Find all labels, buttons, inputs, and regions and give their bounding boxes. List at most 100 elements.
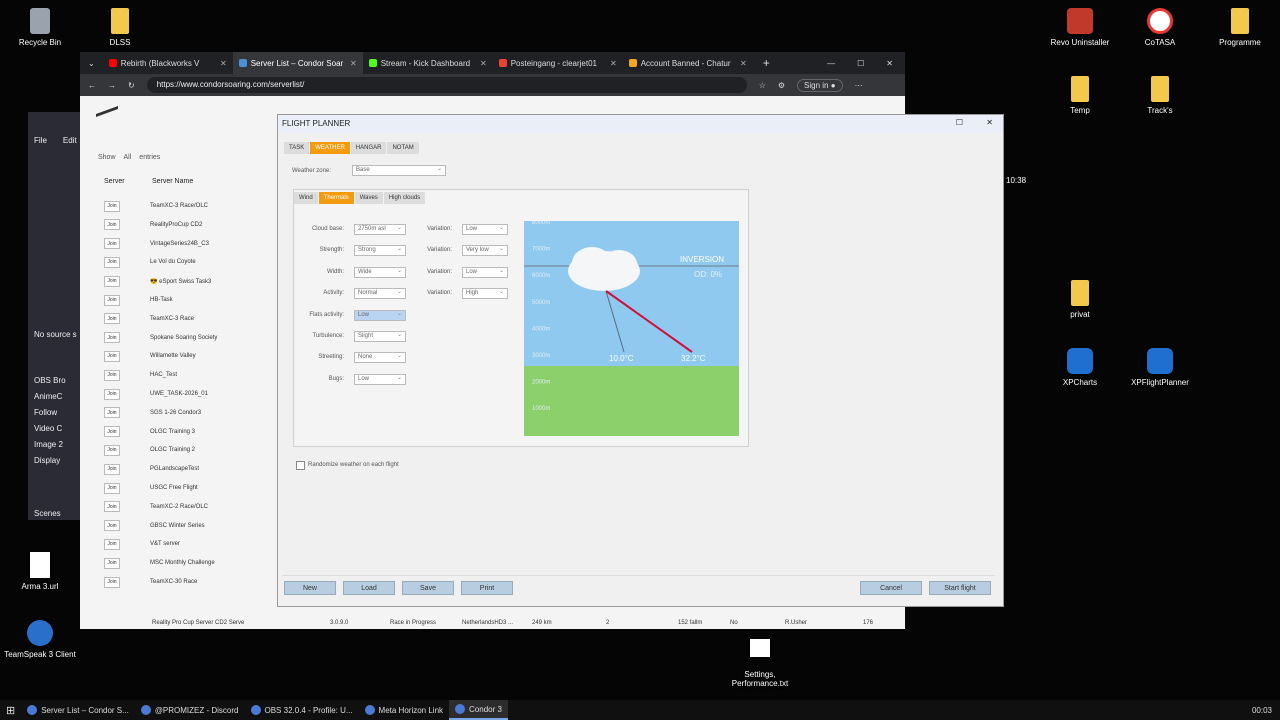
tab-task[interactable]: TASK [284,142,310,154]
field-select[interactable]: Low [354,309,406,321]
print-button[interactable]: Print [461,581,513,595]
join-button[interactable]: Join [104,332,120,344]
desktop-icon-recycle-bin[interactable]: Recycle Bin [0,8,80,47]
tab-notam[interactable]: NOTAM [387,142,419,154]
tab-high-clouds[interactable]: High clouds [383,192,426,204]
forward-icon[interactable]: → [108,81,116,90]
col-server[interactable]: Server [104,178,125,185]
obs-source-item[interactable]: Image 2 [34,440,66,449]
desktop-icon-cotasa[interactable]: CoTASA [1120,8,1200,47]
join-button[interactable]: Join [104,219,120,231]
join-button[interactable]: Join [104,576,120,588]
star-icon[interactable]: ☆ [759,81,766,90]
obs-scenes-label[interactable]: Scenes [34,509,61,518]
obs-source-item[interactable]: OBS Bro [34,376,66,385]
back-icon[interactable]: ← [88,81,96,90]
col-server-name[interactable]: Server Name [152,178,193,185]
join-button[interactable]: Join [104,538,120,550]
tab-thermals[interactable]: Thermals [318,192,354,204]
join-button[interactable]: Join [104,275,120,287]
desktop-icon-settings-file[interactable]: Settings, Performance.txt [720,630,800,688]
cancel-button[interactable]: Cancel [860,581,922,595]
field-select[interactable]: 2750m asl [354,224,406,235]
tab-hangar[interactable]: HANGAR [350,142,387,154]
close-icon[interactable]: ✕ [740,59,747,68]
join-button[interactable]: Join [104,501,120,513]
desktop-icon-arma[interactable]: Arma 3.url [0,552,80,591]
field-select[interactable]: Normal [354,288,406,300]
join-button[interactable]: Join [104,444,120,456]
taskbar-app[interactable]: Condor 3 [449,700,508,720]
join-button[interactable]: Join [104,369,120,381]
obs-source-item[interactable]: AnimeC [34,392,66,401]
save-button[interactable]: Save [402,581,454,595]
desktop-icon-privat[interactable]: privat [1040,280,1120,319]
maximize-icon[interactable]: ☐ [956,118,963,127]
browser-tab[interactable]: Rebirth (Blackworks V ✕ [103,52,233,74]
close-icon[interactable]: ✕ [350,59,357,68]
join-button[interactable]: Join [104,482,120,494]
variation-select[interactable]: Very low [462,245,508,257]
new-button[interactable]: New [284,581,336,595]
variation-select[interactable]: Low [462,224,508,235]
desktop-icon-temp[interactable]: Temp [1040,76,1120,115]
tab-weather[interactable]: WEATHER [310,142,350,154]
tab-menu-icon[interactable]: ⌄ [80,59,103,68]
join-button[interactable]: Join [104,294,120,306]
obs-source-item[interactable]: Follow [34,408,66,417]
sign-in-button[interactable]: Sign in ● [797,78,843,92]
field-select[interactable]: Slight [354,331,406,342]
desktop-icon-dlss[interactable]: DLSS [80,8,160,47]
join-button[interactable]: Join [104,426,120,438]
close-window-icon[interactable]: ✕ [886,59,893,68]
field-select[interactable]: None [354,352,406,364]
join-button[interactable]: Join [104,520,120,532]
maximize-icon[interactable]: ☐ [857,59,864,68]
join-button[interactable]: Join [104,238,120,250]
reload-icon[interactable]: ↻ [128,81,135,90]
close-icon[interactable]: ✕ [610,59,617,68]
weather-zone-select[interactable]: Base [352,165,446,176]
browser-tab[interactable]: Account Banned - Chatur ✕ [623,52,753,74]
url-input[interactable]: https://www.condorsoaring.com/serverlist… [146,77,747,93]
extension-icon[interactable]: ⚙ [778,81,785,90]
minimize-icon[interactable]: — [827,59,835,68]
clock[interactable]: 00:03 [1252,706,1280,715]
show-select[interactable]: All [124,154,132,161]
new-tab-button[interactable]: + [753,56,780,70]
browser-tab[interactable]: Stream - Kick Dashboard ✕ [363,52,493,74]
taskbar-app[interactable]: Meta Horizon Link [359,700,449,720]
obs-menu-edit[interactable]: Edit [63,136,77,145]
desktop-icon-programme[interactable]: Programme [1200,8,1280,47]
variation-select[interactable]: Low [462,266,508,278]
start-icon[interactable]: ⊞ [0,700,21,720]
join-button[interactable]: Join [104,463,120,475]
browser-tab[interactable]: Server List – Condor Soar ✕ [232,52,363,74]
join-button[interactable]: Join [104,256,120,268]
close-icon[interactable]: ✕ [986,118,993,127]
desktop-icon-revo[interactable]: Revo Uninstaller [1040,8,1120,47]
field-select[interactable]: Strong [354,245,406,257]
desktop-icon-tracks[interactable]: Track's [1120,76,1200,115]
obs-source-item[interactable]: Video C [34,424,66,433]
randomize-checkbox[interactable] [296,461,305,470]
join-button[interactable]: Join [104,313,120,325]
join-button[interactable]: Join [104,407,120,419]
field-select[interactable]: Wide [354,266,406,278]
taskbar-app[interactable]: @PROMIZEZ - Discord [135,700,245,720]
more-menu-icon[interactable]: ⋯ [855,81,863,90]
field-select[interactable]: Low [354,373,406,385]
obs-menu-file[interactable]: File [34,136,47,145]
close-icon[interactable]: ✕ [220,59,227,68]
desktop-icon-teamspeak[interactable]: TeamSpeak 3 Client [0,620,80,659]
variation-select[interactable]: High [462,288,508,300]
desktop-icon-xpflightplanner[interactable]: XPFlightPlanner [1120,348,1200,387]
desktop-icon-xpcharts[interactable]: XPCharts [1040,348,1120,387]
close-icon[interactable]: ✕ [480,59,487,68]
join-button[interactable]: Join [104,200,120,212]
browser-tab[interactable]: Posteingang - clearjet01 ✕ [493,52,623,74]
start-flight-button[interactable]: Start flight [929,581,991,595]
tab-waves[interactable]: Waves [354,192,383,204]
join-button[interactable]: Join [104,350,120,362]
obs-source-item[interactable]: Display [34,456,66,465]
